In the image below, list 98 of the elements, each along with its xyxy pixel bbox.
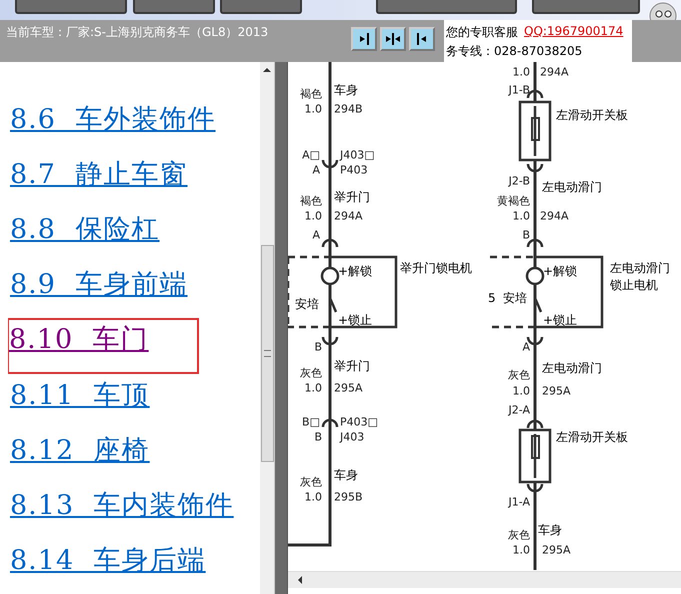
pane-split-button[interactable] [380, 27, 406, 51]
connector-icon [322, 160, 338, 168]
diagram-label: 黄褐色 [497, 196, 530, 206]
switch-drawing [518, 428, 552, 484]
diagram-label: 安培 [295, 298, 319, 310]
connector-icon [322, 238, 338, 248]
diagram-label: 295A [542, 544, 571, 556]
diagram-label: 灰色 [508, 530, 530, 540]
diagram-label: 1.0 [304, 210, 322, 222]
diagram-label: 1.0 [512, 66, 530, 78]
toolbar-button[interactable] [15, 0, 127, 14]
switch-drawing [518, 100, 552, 162]
diagram-label: 1.0 [304, 492, 322, 502]
diagram-label: 左电动滑门 [610, 262, 670, 274]
chapter-link[interactable]: 8.13 车内装饰件 [8, 484, 236, 539]
diagram-label: 灰色 [300, 368, 322, 378]
bar-arrow-left-icon [415, 32, 429, 46]
pane-right-button[interactable] [351, 27, 377, 51]
diagram-label: J2-B [508, 176, 530, 186]
diagram-label: +解锁 [543, 265, 578, 277]
diagram-label: 举升门 [334, 360, 370, 372]
arrows-bar-icon [386, 32, 400, 46]
diagram-label: 1.0 [304, 104, 322, 114]
diagram-label: +解锁 [338, 265, 372, 277]
scroll-up-icon[interactable] [263, 68, 271, 72]
chapter-link[interactable]: 8.10 车门 [8, 318, 199, 374]
hotline-text: 务专线：028-87038205 [446, 43, 584, 60]
diagram-label: 1.0 [512, 544, 530, 556]
vertical-scrollbar[interactable] [260, 62, 275, 594]
horizontal-scrollbar[interactable] [288, 571, 681, 588]
diagram-label: 294A [334, 210, 363, 222]
diagram-label: B [314, 342, 322, 352]
chapter-link[interactable]: 8.9 车身前端 [8, 263, 190, 318]
chapter-link[interactable]: 8.7 静止车窗 [8, 153, 190, 208]
pane-left-button[interactable] [409, 27, 435, 51]
connector-icon [526, 164, 544, 172]
toolbar-button[interactable] [376, 0, 517, 14]
diagram-label: 1.0 [512, 386, 530, 396]
diagram-label: J1-B [508, 84, 530, 96]
diagram-label: 294A [540, 66, 569, 78]
diagram-label: +锁止 [338, 314, 372, 326]
diagram-label: 举升门 [334, 191, 370, 203]
connector-icon [526, 484, 544, 492]
diagram-label: J2-A [508, 404, 530, 416]
chapter-link[interactable]: 8.6 车外装饰件 [8, 98, 218, 154]
chapter-link[interactable]: 8.11 车顶 [8, 374, 152, 429]
diagram-label: A [312, 164, 320, 176]
diagram-label: 5 [488, 292, 496, 304]
diagram-label: 295A [542, 386, 571, 396]
diagram-label: A [522, 342, 530, 352]
diagram-label: B□ [302, 416, 320, 428]
service-label: 您的专职客服 [446, 24, 518, 41]
diagram-label: 295B [334, 492, 363, 502]
diagram-label: P403 [340, 164, 368, 176]
diagram-label: 车身 [334, 469, 358, 481]
diagram-label: 锁止电机 [610, 279, 658, 291]
toolbar-button[interactable] [220, 0, 302, 14]
diagram-label: 294A [540, 210, 569, 222]
diagram-label: 左滑动开关板 [556, 431, 628, 443]
scroll-left-icon[interactable] [298, 576, 302, 584]
connector-icon [322, 418, 338, 428]
diagram-label: J1-A [508, 496, 530, 508]
toolbar-button[interactable] [133, 0, 215, 14]
diagram-label: 左滑动开关板 [556, 109, 628, 121]
connector-icon [322, 336, 338, 346]
diagram-label: 1.0 [304, 382, 322, 394]
chapter-link[interactable]: 8.12 座椅 [8, 428, 152, 484]
diagram-label: J403□ [340, 150, 375, 160]
connector-icon [526, 420, 544, 428]
qq-link[interactable]: QQ:1967900174 [524, 24, 624, 41]
diagram-label: 左电动滑门 [542, 181, 602, 193]
diagram-label: +锁止 [543, 314, 578, 326]
diagram-label: 车身 [538, 524, 562, 536]
diagram-label: 灰色 [508, 370, 530, 380]
diagram-label: 294B [334, 104, 363, 114]
diagram-label: 295A [334, 382, 363, 394]
connector-icon [526, 238, 544, 248]
current-vehicle-text: 当前车型：厂家:S-上海别克商务车（GL8）2013 [6, 24, 270, 41]
arrow-right-bar-icon [357, 32, 371, 46]
diagram-label: J403 [340, 432, 364, 442]
diagram-label: 安培 [503, 292, 527, 304]
splitter-handle[interactable] [275, 62, 287, 594]
diagram-label: 灰色 [300, 476, 322, 488]
diagram-label: 举升门锁电机 [400, 262, 472, 274]
chapter-link[interactable]: 8.8 保险杠 [8, 208, 162, 264]
diagram-label: B [314, 432, 322, 442]
diagram-label: 车身 [334, 84, 358, 96]
diagram-label: 1.0 [512, 210, 530, 222]
diagram-label: 褐色 [300, 196, 322, 206]
diagram-label: B [522, 230, 530, 240]
diagram-label: 左电动滑门 [542, 362, 602, 374]
diagram-label: A□ [302, 150, 320, 160]
diagram-label: A [312, 230, 320, 240]
diagram-label: 褐色 [300, 88, 322, 100]
scroll-thumb[interactable] [261, 245, 274, 462]
toolbar-button[interactable] [532, 0, 640, 14]
diagram-label: P403□ [340, 416, 378, 428]
chapter-link[interactable]: 8.14 车身后端 [8, 538, 208, 594]
